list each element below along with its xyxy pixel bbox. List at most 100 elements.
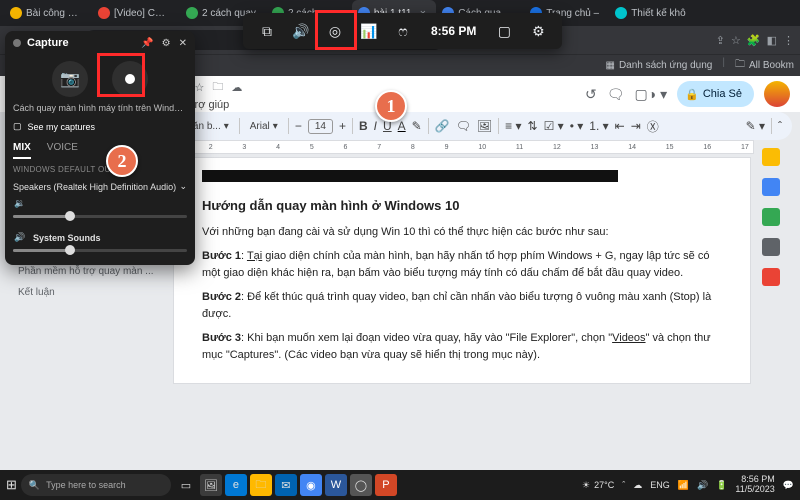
numbering-icon[interactable]: 1. ▾ (589, 119, 608, 133)
screenshot-icon[interactable]: ▢ (494, 23, 514, 40)
xbox-social-icon[interactable]: ෆ (393, 23, 413, 40)
side-panel (754, 140, 788, 456)
extension-icon[interactable]: ◧ (767, 34, 777, 47)
history-icon[interactable]: ↺ (585, 86, 597, 103)
extension-icon[interactable]: 🧩 (747, 34, 761, 47)
avatar[interactable] (764, 81, 790, 107)
clear-format-icon[interactable]: Ⓧ (647, 118, 659, 135)
camera-icon: 📷 (60, 69, 80, 89)
maps-icon[interactable] (762, 268, 780, 286)
indent-icon[interactable]: ⇥ (631, 119, 641, 133)
keep-icon[interactable] (762, 178, 780, 196)
contacts-icon[interactable] (762, 238, 780, 256)
bookmark-item[interactable]: ▦ Danh sách ứng dụng (605, 57, 712, 74)
annotation-badge-1: 1 (375, 90, 407, 122)
settings-icon[interactable]: ⚙ (162, 38, 171, 49)
see-captures-link[interactable]: ▢ See my captures (5, 117, 195, 136)
comments-icon[interactable]: 🗨 (607, 86, 625, 103)
volume-icon: 🔉 (13, 198, 27, 209)
word-icon[interactable]: W (325, 474, 347, 496)
collapse-icon[interactable]: ˆ (778, 119, 782, 133)
audio-icon[interactable]: 🔊 (291, 23, 311, 40)
screenshot-button[interactable]: 📷 (52, 61, 88, 97)
paragraph: Bước 3: Khi bạn muốn xem lại đoạn video … (202, 330, 722, 363)
start-button[interactable]: ⊞ (6, 477, 17, 493)
tab-mix[interactable]: MIX (13, 142, 31, 159)
widget-icon[interactable]: ⧉ (257, 23, 277, 40)
font-select[interactable]: Arial ▾ (246, 119, 282, 134)
tab-voice[interactable]: VOICE (47, 142, 78, 159)
weather-widget[interactable]: ☀ 27°C (582, 480, 614, 491)
outline-item[interactable]: Kết luận (14, 285, 164, 300)
settings-icon[interactable]: ⚙ (528, 23, 548, 40)
powerpoint-icon[interactable]: P (375, 474, 397, 496)
taskbar-app[interactable]: 🖼 (200, 474, 222, 496)
extensions-icon[interactable]: ☆ (731, 34, 741, 47)
chrome-icon[interactable]: ◉ (300, 474, 322, 496)
share-button[interactable]: 🔒Chia Sẻ (677, 81, 754, 107)
image-icon[interactable]: 🖼 (477, 119, 492, 133)
edge-icon[interactable]: e (225, 474, 247, 496)
taskbar-date[interactable]: 11/5/2023 (735, 485, 774, 495)
browser-tab[interactable]: [Video] Cách (92, 0, 180, 26)
checklist-icon[interactable]: ☑ ▾ (544, 119, 564, 133)
capture-title: Capture (27, 37, 69, 49)
volume-icon[interactable]: 🔊 (697, 480, 708, 491)
bookmark-folder[interactable]: 🗀 All Bookm (735, 57, 794, 74)
cloud-icon[interactable]: ☁ (231, 81, 242, 94)
font-dec-icon[interactable]: − (295, 119, 302, 133)
image-placeholder (202, 170, 618, 182)
calendar-icon[interactable] (762, 148, 780, 166)
link-icon[interactable]: 🔗 (435, 119, 450, 133)
document-page[interactable]: Hướng dẫn quay màn hình ở Windows 10 Với… (174, 158, 750, 383)
menu-icon[interactable]: ⋮ (783, 34, 794, 47)
annotation-highlight (97, 53, 145, 97)
input-icon[interactable]: ENG (650, 480, 670, 490)
browser-tab[interactable]: Bài công ngh (4, 0, 92, 26)
meet-icon[interactable]: ▢◑ ▾ (635, 86, 668, 103)
highlight-icon[interactable]: ✎ (412, 119, 422, 133)
explorer-icon[interactable]: 🗀 (250, 474, 272, 496)
bullets-icon[interactable]: • ▾ (570, 119, 584, 133)
line-spacing-icon[interactable]: ⇅ (528, 119, 538, 133)
font-inc-icon[interactable]: + (339, 119, 346, 133)
onedrive-icon[interactable]: ☁ (633, 480, 642, 491)
align-icon[interactable]: ≡ ▾ (505, 119, 521, 133)
speakers-row[interactable]: Speakers (Realtek High Definition Audio)… (5, 178, 195, 195)
taskbar-search[interactable]: 🔍 Type here to search (21, 474, 171, 496)
tray-chevron-icon[interactable]: ˆ (622, 480, 625, 490)
close-icon[interactable]: ✕ (179, 38, 187, 49)
mail-icon[interactable]: ✉ (275, 474, 297, 496)
pin-icon[interactable]: 📌 (141, 38, 153, 49)
share-icon[interactable]: ⇪ (716, 34, 725, 47)
app-icon[interactable]: ◯ (350, 474, 372, 496)
outline-item[interactable]: Phần mềm hỗ trợ quay màn ... (14, 264, 164, 279)
annotation-badge-2: 2 (106, 145, 138, 177)
windows-taskbar: ⊞ 🔍 Type here to search ▭ 🖼 e 🗀 ✉ ◉ W ◯ … (0, 470, 800, 500)
volume-slider[interactable] (13, 215, 187, 218)
editing-mode-icon[interactable]: ✎ ▾ (746, 119, 765, 133)
comment-icon[interactable]: 🗨 (456, 119, 471, 133)
move-icon[interactable]: 🗀 (212, 78, 223, 97)
chevron-down-icon: ⌄ (179, 181, 187, 192)
system-sounds-label: System Sounds (27, 233, 187, 243)
volume-icon: 🔊 (13, 232, 27, 243)
ruler[interactable]: 1234567891011121314151617 (170, 140, 754, 154)
task-view-icon[interactable]: ▭ (175, 474, 197, 496)
outdent-icon[interactable]: ⇤ (615, 119, 625, 133)
battery-icon[interactable]: 🔋 (716, 480, 727, 491)
text-color-icon[interactable]: A (398, 119, 406, 133)
annotation-highlight (315, 10, 357, 50)
italic-icon[interactable]: I (374, 119, 377, 133)
volume-slider[interactable] (13, 249, 187, 252)
browser-tab[interactable]: Thiết kế khô (609, 0, 695, 26)
performance-icon[interactable]: 📊 (359, 23, 379, 40)
wifi-icon[interactable]: 📶 (678, 480, 689, 491)
section-label: WINDOWS DEFAULT OUTPUT (5, 161, 195, 178)
notifications-icon[interactable]: 💬 (783, 480, 794, 491)
bold-icon[interactable]: B (359, 119, 368, 133)
font-size-input[interactable]: 14 (308, 119, 333, 134)
star-icon[interactable]: ☆ (195, 81, 205, 94)
tasks-icon[interactable] (762, 208, 780, 226)
paragraph: Với những bạn đang cài và sử dụng Win 10… (202, 224, 722, 241)
